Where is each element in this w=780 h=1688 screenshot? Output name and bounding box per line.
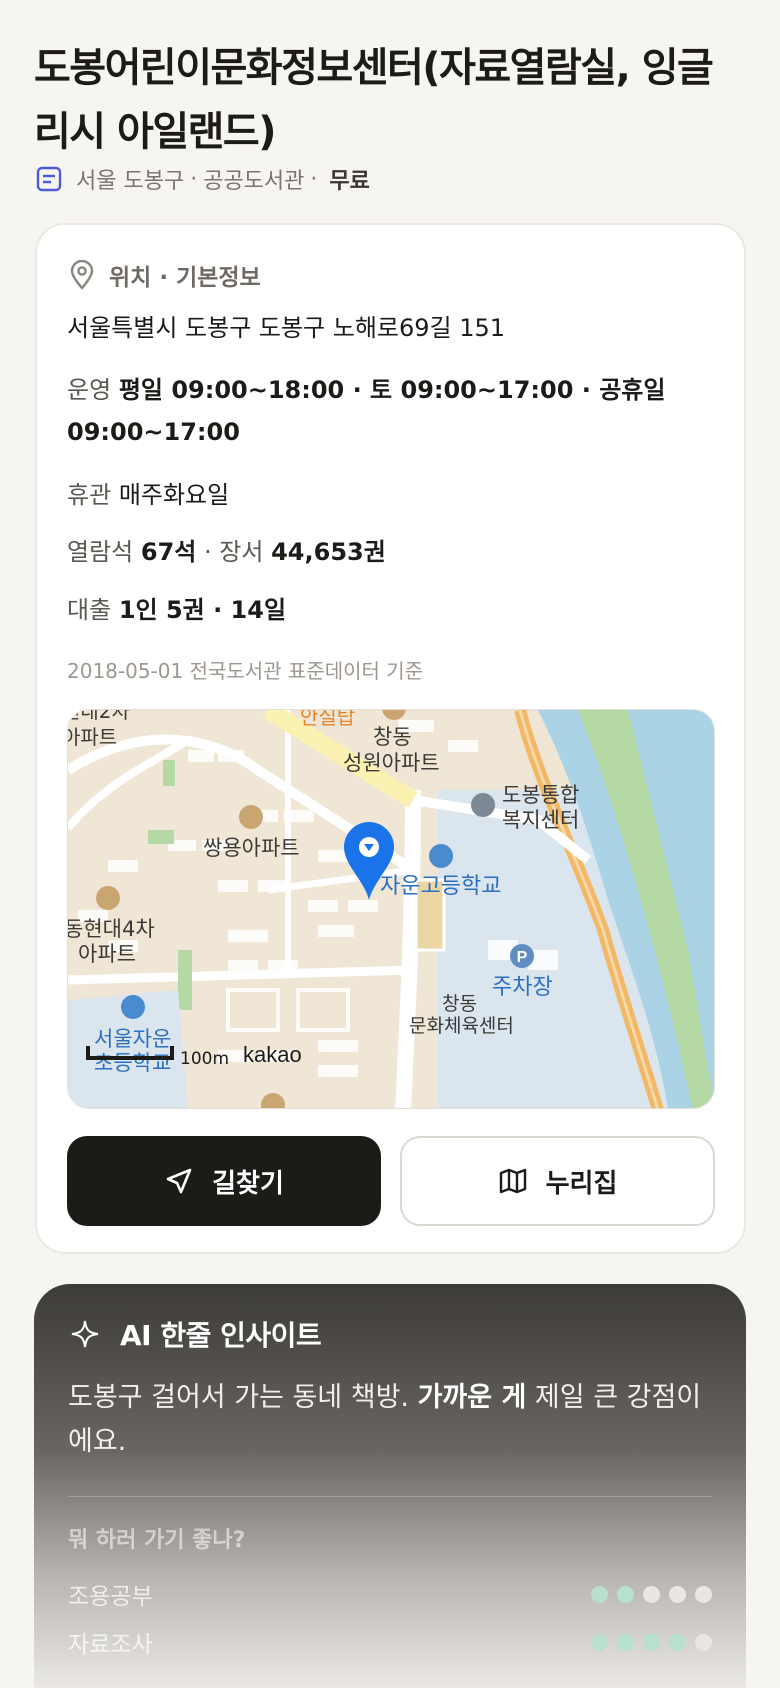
rating-dots <box>582 1633 712 1651</box>
hours-label: 운영 <box>67 376 112 404</box>
item-label: 자료조사 <box>68 1632 153 1658</box>
svg-text:P: P <box>517 949 528 966</box>
item-label: 조용공부 <box>68 1584 153 1610</box>
ai-header: AI 한줄 인사이트 <box>70 1314 322 1354</box>
closed-label: 휴관 <box>67 481 112 509</box>
document-icon <box>36 166 62 192</box>
fee-text: 무료 <box>329 169 370 194</box>
rating-dot-empty <box>669 1585 686 1603</box>
location-pin-icon <box>70 260 94 290</box>
capacity-row: 열람석 67석 · 장서 44,653권 <box>67 531 386 573</box>
map-label: 성원아파트 <box>343 751 440 775</box>
map-icon <box>499 1168 526 1194</box>
closed-value: 매주화요일 <box>118 481 230 509</box>
scale-label: 100m <box>180 1049 229 1069</box>
map-label: 도봉통합 <box>502 783 579 807</box>
ai-text-bold: 가까운 게 <box>417 1382 527 1413</box>
map-label: 초등학교 <box>94 1051 171 1075</box>
separator: · <box>190 166 198 192</box>
rating-dot-filled <box>617 1585 634 1603</box>
ai-text-part: 도봉구 걸어서 가는 동네 책방. <box>68 1382 418 1413</box>
rating-dots <box>582 1585 712 1603</box>
map-label: 현대2차 <box>68 710 130 723</box>
map-label: 쌍용아파트 <box>203 836 300 860</box>
loan-row: 대출 1인 5권 · 14일 <box>67 589 286 631</box>
website-button[interactable]: 누리집 <box>400 1136 715 1226</box>
map-label: 창동 <box>442 993 477 1015</box>
map-label: 주차장 <box>492 975 553 1000</box>
directions-button[interactable]: 길찾기 <box>67 1136 381 1226</box>
separator: · <box>204 538 212 566</box>
list-item: 조용공부 <box>68 1574 712 1614</box>
rating-dot-filled <box>591 1633 608 1651</box>
kakao-logo: kakao <box>243 1042 302 1067</box>
sparkle-icon <box>71 1320 99 1348</box>
loan-value: 1인 5권 · 14일 <box>118 596 287 624</box>
ai-question: 뭐 하러 가기 좋나? <box>68 1528 246 1553</box>
info-card: 위치 · 기본정보 서울특별시 도봉구 도봉구 노해로69길 151 운영 평일… <box>35 223 746 1254</box>
rating-dot-empty <box>695 1633 712 1651</box>
map-label: 문화체육센터 <box>409 1015 514 1037</box>
map-label: 아파트 <box>78 942 136 966</box>
loan-label: 대출 <box>67 596 112 624</box>
address: 서울특별시 도봉구 도봉구 노해로69길 151 <box>67 314 506 342</box>
section-title: 위치 · 기본정보 <box>109 265 261 291</box>
rating-dot-empty <box>695 1585 712 1603</box>
map-label: 서울자운 <box>94 1027 171 1051</box>
books-label: 장서 <box>219 538 264 566</box>
ai-insight-text: 도봉구 걸어서 가는 동네 책방. 가까운 게 제일 큰 강점이에요. <box>68 1376 708 1464</box>
map-label: 아파트 <box>68 725 117 749</box>
map-label: 자운고등학교 <box>380 874 501 899</box>
rating-dot-filled <box>617 1633 634 1651</box>
rating-dot-filled <box>591 1585 608 1603</box>
rating-dot-filled <box>643 1633 660 1651</box>
rating-dot-filled <box>669 1633 686 1651</box>
hours-row: 운영 평일 09:00~18:00 · 토 09:00~17:00 · 공휴일 … <box>67 369 667 453</box>
closed-row: 휴관 매주화요일 <box>67 474 229 516</box>
ai-insight-card: AI 한줄 인사이트 도봉구 걸어서 가는 동네 책방. 가까운 게 제일 큰 … <box>34 1284 746 1688</box>
books-value: 44,653권 <box>271 538 386 566</box>
navigation-arrow-icon <box>166 1168 192 1194</box>
ai-title: AI 한줄 인사이트 <box>120 1319 322 1352</box>
directions-label: 길찾기 <box>212 1168 284 1199</box>
location-map[interactable]: P 현대2차 아파트 안실탑 창동 성원아파트 도봉통합 복지센터 쌍용아파트 … <box>67 709 715 1109</box>
divider <box>68 1496 712 1497</box>
map-label: 동현대4차 <box>68 917 155 941</box>
place-meta: 서울 도봉구 · 공공도서관 · 무료 <box>36 163 370 195</box>
seats-label: 열람석 <box>67 538 134 566</box>
list-item: 자료조사 <box>68 1622 712 1662</box>
region-text: 서울 도봉구 <box>76 169 185 194</box>
seats-value: 67석 <box>140 538 197 566</box>
website-label: 누리집 <box>545 1168 618 1199</box>
hours-value: 평일 09:00~18:00 · 토 09:00~17:00 · 공휴일 09:… <box>67 376 666 446</box>
map-label: 복지센터 <box>502 808 579 832</box>
data-source: 2018-05-01 전국도서관 표준데이터 기준 <box>67 659 424 683</box>
page-title: 도봉어린이문화정보센터(자료열람실, 잉글리시 아일랜드) <box>34 45 714 155</box>
section-header: 위치 · 기본정보 <box>69 255 261 295</box>
map-label: 안실탑 <box>300 710 355 729</box>
category-text: 공공도서관 <box>203 169 305 194</box>
map-label: 창동 <box>373 725 412 749</box>
rating-dot-empty <box>643 1585 660 1603</box>
separator: · <box>310 166 318 192</box>
